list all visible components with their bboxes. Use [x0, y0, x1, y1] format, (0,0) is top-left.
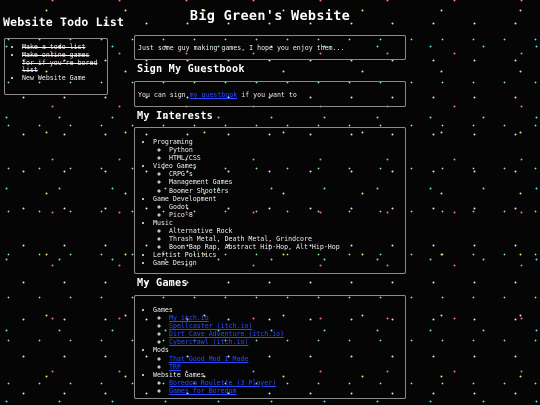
interest-label: Game Development: [153, 194, 217, 203]
games-heading: My Games: [137, 278, 188, 289]
interest-item: Music Alternative Rock Thrash Metal, Dea…: [153, 219, 405, 251]
guestbook-link[interactable]: my guestbook: [190, 91, 238, 99]
interest-item: Video Games CRPG's Management Games Boom…: [153, 162, 405, 194]
games-group-label: Website Games: [153, 370, 205, 379]
game-list-item: Games for Boredom: [169, 387, 405, 395]
website-game-link[interactable]: Games for Boredom: [169, 387, 237, 395]
interest-subitem: Alternative Rock: [169, 227, 405, 235]
interest-subitem: Management Games: [169, 178, 405, 186]
games-group: Games My itch.io Spellcaster (itch.io) D…: [153, 306, 405, 346]
game-link[interactable]: Cybercrawl (itch.io): [169, 338, 248, 346]
games-group: Mods That Good Mod I Made TRP: [153, 346, 405, 370]
interest-subitem: Godot: [169, 203, 405, 211]
guestbook-box: You can sign my guestbook if you want to: [134, 81, 406, 107]
guestbook-heading: Sign My Guestbook: [137, 64, 245, 75]
interest-subitem: Boom Bap Rap, Abstract Hip-Hop, Alt Hip-…: [169, 243, 405, 251]
interest-label: Music: [153, 218, 173, 227]
game-list-item: That Good Mod I Made: [169, 355, 405, 363]
interest-label: Video Games: [153, 162, 197, 171]
interest-item: Programing Python HTML/CSS: [153, 138, 405, 162]
game-link[interactable]: My itch.io: [169, 314, 209, 322]
games-group-label: Mods: [153, 346, 169, 355]
game-link[interactable]: Dirt Cave Adventure (itch.io): [169, 330, 284, 338]
interest-subitem: Python: [169, 146, 405, 154]
interests-heading: My Interests: [137, 111, 214, 122]
intro-text: Just some guy making games, I hope you e…: [138, 44, 345, 52]
interest-subitem: Boomer Shooters: [169, 187, 405, 195]
todo-list: Make a todo list Make online games for i…: [8, 43, 105, 83]
interest-subitem: CRPG's: [169, 170, 405, 178]
interest-subitem: Pico-8: [169, 211, 405, 219]
todo-list-box: Make a todo list Make online games for i…: [4, 38, 108, 95]
game-list-item: My itch.io: [169, 314, 405, 322]
interest-subitem: Thrash Metal, Death Metal, Grindcore: [169, 235, 405, 243]
games-group-label: Games: [153, 306, 173, 314]
interest-item: Game Development Godot Pico-8: [153, 195, 405, 219]
games-group: Website Games Boredom Roulette (3 Player…: [153, 371, 405, 395]
interests-box: Programing Python HTML/CSS Video Games C…: [134, 127, 406, 274]
mod-link[interactable]: That Good Mod I Made: [169, 355, 248, 363]
game-list-item: TRP: [169, 363, 405, 371]
interest-item: Game Design: [153, 259, 405, 267]
interest-item: Leftist Politics: [153, 251, 405, 259]
game-list-item: Spellcaster (itch.io): [169, 322, 405, 330]
todo-item: Make online games for if you're bored li…: [22, 51, 105, 75]
interest-subitem: HTML/CSS: [169, 154, 405, 162]
interest-label: Programing: [153, 138, 193, 146]
guestbook-suffix: if you want to: [237, 91, 297, 99]
guestbook-text: You can sign my guestbook if you want to: [138, 91, 405, 99]
game-list-item: Dirt Cave Adventure (itch.io): [169, 330, 405, 338]
games-list: Games My itch.io Spellcaster (itch.io) D…: [135, 306, 405, 395]
game-link[interactable]: Spellcaster (itch.io): [169, 322, 252, 330]
mod-link[interactable]: TRP: [169, 363, 181, 371]
sidebar-title: Website Todo List: [3, 15, 125, 29]
interests-list: Programing Python HTML/CSS Video Games C…: [135, 138, 405, 268]
game-list-item: Boredom Roulette (3 Player): [169, 379, 405, 387]
site-title: Big Green's Website: [189, 8, 351, 24]
website-game-link[interactable]: Boredom Roulette (3 Player): [169, 379, 276, 387]
intro-box: Just some guy making games, I hope you e…: [134, 35, 406, 60]
game-list-item: Cybercrawl (itch.io): [169, 338, 405, 346]
games-box: Games My itch.io Spellcaster (itch.io) D…: [134, 295, 406, 399]
guestbook-prefix: You can sign: [138, 91, 190, 99]
todo-item: New Website Game: [22, 74, 105, 83]
